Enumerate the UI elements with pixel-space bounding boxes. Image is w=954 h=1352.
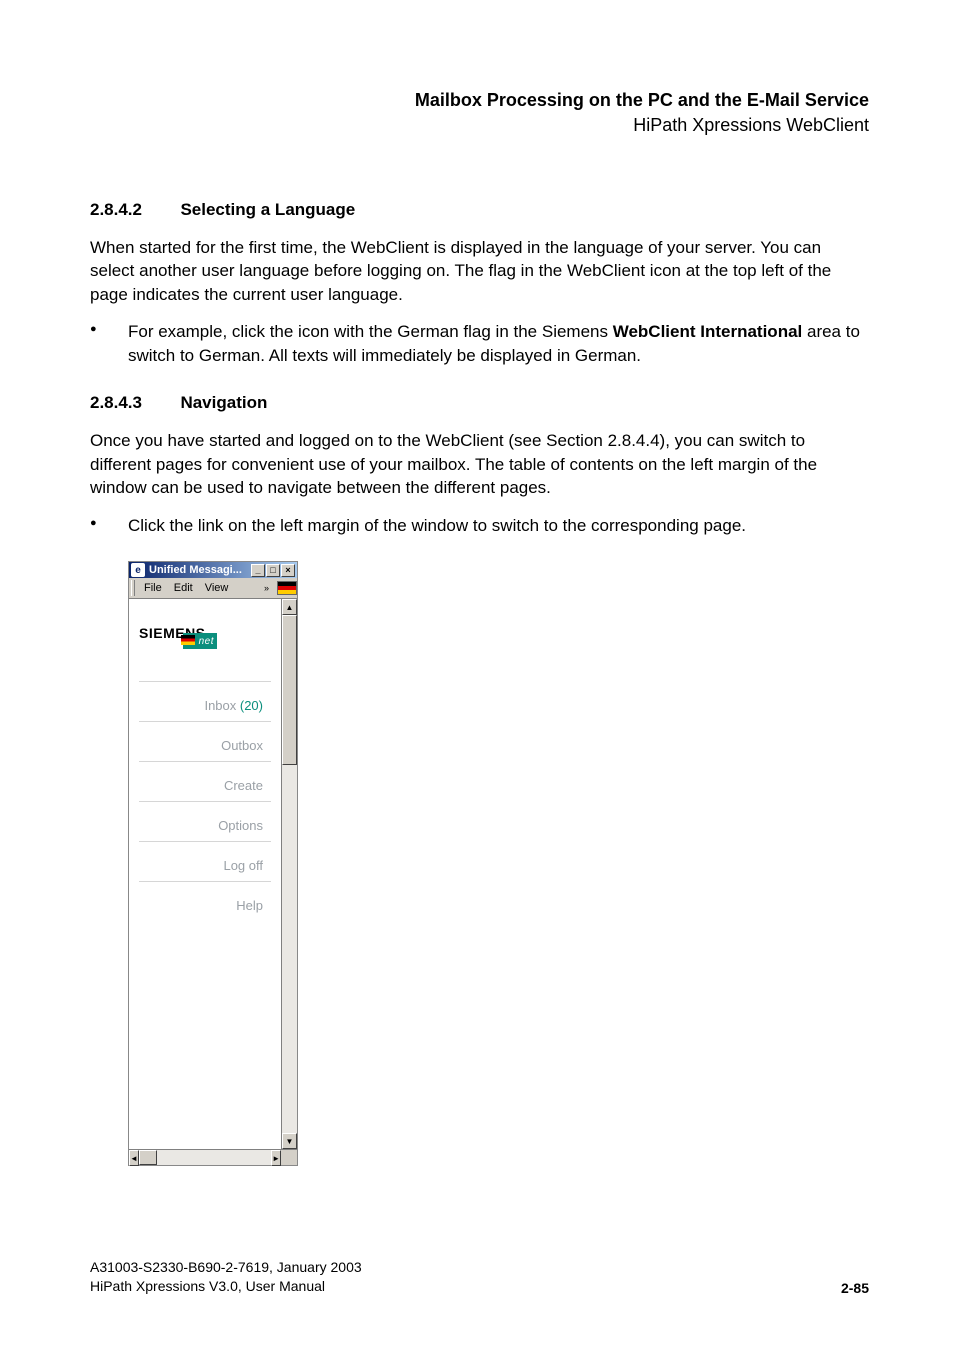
section2-bullet: Click the link on the left margin of the… — [90, 514, 869, 537]
bullet-text-pre: For example, click the icon with the Ger… — [128, 322, 613, 341]
vertical-scrollbar[interactable]: ▲ ▼ — [281, 599, 297, 1149]
horizontal-scrollbar[interactable]: ◄ ► — [129, 1149, 297, 1165]
scroll-track-h[interactable] — [139, 1150, 271, 1165]
nav-inbox[interactable]: Inbox (20) — [139, 681, 271, 721]
menu-bar: File Edit View » — [129, 578, 297, 599]
scroll-down-button[interactable]: ▼ — [282, 1133, 297, 1149]
bullet-text-bold: WebClient International — [613, 322, 803, 341]
german-flag-icon[interactable] — [277, 581, 297, 595]
nav-outbox[interactable]: Outbox — [139, 721, 271, 761]
app-icon: e — [131, 563, 145, 577]
toolbar-grip[interactable] — [131, 580, 135, 596]
scroll-thumb[interactable] — [282, 615, 297, 765]
scroll-left-button[interactable]: ◄ — [129, 1150, 139, 1166]
page-header-title: Mailbox Processing on the PC and the E-M… — [90, 90, 869, 111]
page-number: 2-85 — [841, 1280, 869, 1296]
nav-logoff[interactable]: Log off — [139, 841, 271, 881]
nav-inbox-count: (20) — [240, 698, 263, 713]
minimize-button[interactable]: _ — [251, 564, 265, 577]
section2-paragraph: Once you have started and logged on to t… — [90, 429, 869, 499]
window-title: Unified Messagi... — [149, 564, 247, 576]
scroll-right-button[interactable]: ► — [271, 1150, 281, 1166]
section-heading-1: 2.8.4.2 Selecting a Language — [90, 200, 869, 220]
footer-docid: A31003-S2330-B690-2-7619, January 2003 — [90, 1258, 362, 1277]
siemens-logo: SIEMENS net — [139, 625, 271, 641]
scroll-corner — [281, 1150, 297, 1165]
content-area: SIEMENS net Inbox (20) Outbox Create Opt… — [129, 599, 281, 1149]
page-footer: A31003-S2330-B690-2-7619, January 2003 H… — [90, 1258, 869, 1296]
section-number: 2.8.4.2 — [90, 200, 176, 220]
nav-create[interactable]: Create — [139, 761, 271, 801]
section-title: Selecting a Language — [180, 200, 355, 219]
scroll-thumb-h[interactable] — [139, 1150, 157, 1165]
scroll-track[interactable] — [282, 615, 297, 1133]
embedded-window: e Unified Messagi... _ □ × File Edit Vie… — [128, 561, 298, 1166]
maximize-button[interactable]: □ — [266, 564, 280, 577]
nav-help[interactable]: Help — [139, 881, 271, 921]
section1-paragraph: When started for the first time, the Web… — [90, 236, 869, 306]
footer-manual: HiPath Xpressions V3.0, User Manual — [90, 1277, 362, 1296]
logo-net-badge: net — [183, 633, 217, 649]
nav-inbox-label: Inbox — [204, 698, 239, 713]
menu-overflow-icon[interactable]: » — [260, 583, 273, 593]
menu-view[interactable]: View — [199, 582, 235, 594]
scroll-up-button[interactable]: ▲ — [282, 599, 297, 615]
section-heading-2: 2.8.4.3 Navigation — [90, 393, 869, 413]
window-titlebar[interactable]: e Unified Messagi... _ □ × — [129, 562, 297, 578]
close-button[interactable]: × — [281, 564, 295, 577]
nav-options[interactable]: Options — [139, 801, 271, 841]
menu-file[interactable]: File — [138, 582, 168, 594]
page-header-subtitle: HiPath Xpressions WebClient — [90, 115, 869, 136]
section1-bullet: For example, click the icon with the Ger… — [90, 320, 869, 367]
menu-edit[interactable]: Edit — [168, 582, 199, 594]
section-number: 2.8.4.3 — [90, 393, 176, 413]
section-title: Navigation — [180, 393, 267, 412]
